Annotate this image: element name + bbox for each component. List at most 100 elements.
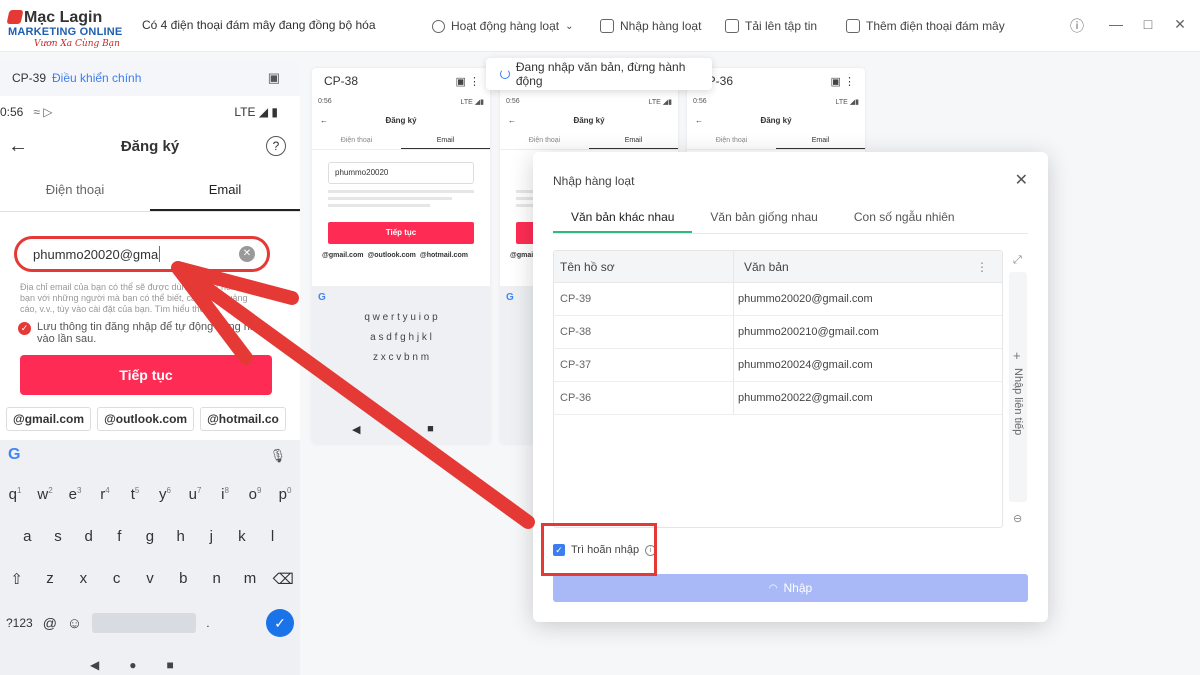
symbols-key[interactable]: ?123 [6,616,33,630]
domain-chip[interactable]: @hotmail.co [200,407,286,431]
import-button[interactable]: ◠ Nhập [553,574,1028,602]
key[interactable]: h [169,528,193,545]
bulk-import-button[interactable]: Nhập hàng loạt [600,16,701,36]
expand-diagonal-icon[interactable]: ⤢ [1013,254,1022,267]
key[interactable]: b [171,570,195,588]
shift-icon[interactable]: ⇧ [5,570,29,588]
help-circle-icon[interactable]: ? [266,136,286,156]
keyboard-row-3[interactable]: z x c v b n m [312,352,490,363]
checkmark-icon[interactable]: ✓ [18,322,31,335]
tab-email[interactable]: Email [401,137,490,149]
key[interactable]: c [105,570,129,588]
table-row[interactable]: CP-38 phummo200210@gmail.com [554,316,1002,349]
at-key[interactable]: @ [43,615,57,631]
table-row[interactable]: CP-39 phummo20020@gmail.com [554,283,1002,316]
key[interactable]: u7 [183,486,207,503]
upload-file-button[interactable]: Tải lên tập tin [725,16,817,36]
key[interactable]: l [261,528,285,545]
key[interactable]: g [138,528,162,545]
emoji-icon[interactable]: ☺ [67,615,82,632]
key[interactable]: r4 [93,486,117,503]
key[interactable]: m [238,570,262,588]
nav-recent-icon[interactable]: ■ [166,658,173,672]
tab-phone[interactable]: Điện thoại [687,137,776,149]
key[interactable]: q1 [3,486,27,503]
tab-different-text[interactable]: Văn bản khác nhau [553,206,693,233]
table-row[interactable]: CP-36 phummo20022@gmail.com [554,382,1002,415]
continuous-import-strip[interactable]: + Nhập liên tiếp [1009,272,1027,502]
save-login-row[interactable]: ✓ Lưu thông tin đăng nhập để tự động đăn… [18,321,286,345]
backspace-icon[interactable]: ⌫ [271,570,295,588]
nav-back-icon[interactable]: ◀ [352,423,360,436]
email-fine-print: Địa chỉ email của bạn có thể sẽ được dùn… [20,282,248,314]
tab-email[interactable]: Email [776,137,865,149]
help-icon[interactable]: ⓘ [1068,16,1086,36]
back-arrow-icon[interactable]: ← [8,135,28,158]
enter-check-icon[interactable]: ✓ [266,609,294,637]
nav-home-icon[interactable]: ● [129,658,136,672]
domain-chip[interactable]: @gmail.com [6,407,92,431]
mic-off-icon[interactable]: 🎙 [269,448,286,464]
phone-id: CP-38 [324,74,359,88]
period-key[interactable]: . [206,616,209,630]
key[interactable]: i8 [213,486,237,503]
continue-button[interactable]: Tiếp tục [20,355,272,395]
tab-email[interactable]: Email [589,137,678,149]
nav-home-icon[interactable]: ● [390,423,397,436]
google-icon[interactable]: G [8,446,20,464]
email-input[interactable]: phummo20020@gma ✕ [14,236,270,272]
minus-circle-icon[interactable]: ⊖ [1013,512,1022,525]
table-row[interactable]: CP-37 phummo20024@gmail.com [554,349,1002,382]
tab-phone[interactable]: Điện thoại [500,137,589,149]
text-cell[interactable]: phummo20020@gmail.com [734,283,1002,315]
main-control-link[interactable]: Điều khiển chính [52,71,141,85]
close-window-icon[interactable]: ✕ [1171,16,1189,33]
domain-chip[interactable]: @gmail.com [322,252,363,259]
tab-phone[interactable]: Điện thoại [312,137,401,149]
continue-button[interactable]: Tiếp tục [328,222,474,244]
text-cell[interactable]: phummo20024@gmail.com [734,349,1002,381]
key[interactable]: j [199,528,223,545]
text-cell[interactable]: phummo20022@gmail.com [734,382,1002,414]
key[interactable]: e3 [63,486,87,503]
key[interactable]: x [71,570,95,588]
key[interactable]: d [77,528,101,545]
close-icon[interactable]: ✕ [1015,170,1028,190]
nav-recent-icon[interactable]: ■ [427,423,434,436]
nav-back-icon[interactable]: ◀ [90,658,99,672]
key[interactable]: s [46,528,70,545]
bulk-action-menu[interactable]: Hoạt động hàng loạt ⌄ [432,16,573,36]
cloud-phone-card[interactable]: CP-38 ▣ ⋮ 0:56LTE ◢▮ Đăng ký Điện thoạiEmail… [312,68,490,444]
text-cell[interactable]: phummo200210@gmail.com [734,316,1002,348]
more-vertical-icon[interactable]: ⋮ [976,260,988,274]
domain-chip[interactable]: @hotmail.com [420,252,468,259]
clear-input-icon[interactable]: ✕ [239,246,255,262]
domain-chip[interactable]: @outlook.com [367,252,415,259]
phone-menu-icon[interactable]: ▣ ⋮ [456,75,480,88]
key[interactable]: v [138,570,162,588]
key[interactable]: f [107,528,131,545]
key[interactable]: p0 [273,486,297,503]
tab-random-number[interactable]: Con số ngẫu nhiên [836,206,973,233]
key[interactable]: w2 [33,486,57,503]
key[interactable]: k [230,528,254,545]
add-cloud-phone-button[interactable]: Thêm điện thoại đám mây [846,16,1005,36]
tab-phone[interactable]: Điện thoại [0,172,150,211]
minimize-icon[interactable]: — [1107,16,1125,32]
key[interactable]: z [38,570,62,588]
keyboard-row-2[interactable]: a s d f g h j k l [312,332,490,343]
key[interactable]: o9 [243,486,267,503]
maximize-icon[interactable]: □ [1139,16,1157,32]
phone-menu-icon[interactable]: ▣ ⋮ [831,75,855,88]
expand-icon[interactable]: ▣ [268,70,280,86]
domain-chip[interactable]: @outlook.com [97,407,195,431]
tab-same-text[interactable]: Văn bản giống nhau [692,206,835,233]
key[interactable]: a [15,528,39,545]
space-key[interactable] [92,613,197,633]
key[interactable]: y6 [153,486,177,503]
keyboard-row-1[interactable]: q w e r t y u i o p [312,312,490,323]
key[interactable]: n [205,570,229,588]
key[interactable]: t5 [123,486,147,503]
email-input[interactable]: phummo20020 [328,162,474,184]
tab-email[interactable]: Email [150,172,300,211]
